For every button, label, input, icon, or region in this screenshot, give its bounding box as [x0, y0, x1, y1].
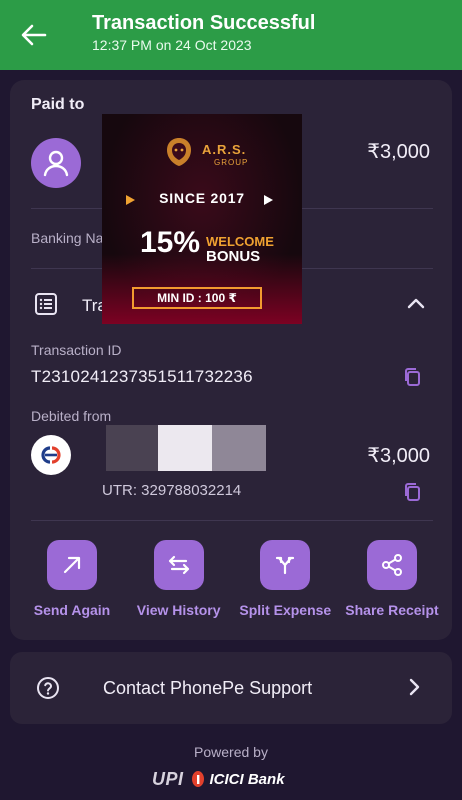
- copy-icon[interactable]: [403, 367, 421, 387]
- split-expense-label: Split Expense: [239, 602, 332, 618]
- send-again-label: Send Again: [33, 602, 111, 618]
- user-icon: [43, 150, 69, 177]
- receipt-list-icon: [35, 293, 57, 315]
- split-icon: [276, 556, 295, 575]
- footer-brand-logos: UPI ICICI Bank: [152, 768, 285, 790]
- split-expense-button[interactable]: Split Expense: [235, 540, 335, 630]
- send-again-icon-button[interactable]: [47, 540, 97, 590]
- divider: [31, 520, 433, 521]
- help-circle-icon: [37, 676, 59, 700]
- back-button[interactable]: [18, 20, 50, 50]
- page-title: Transaction Successful: [92, 12, 316, 34]
- ad-bonus-text: BONUS: [206, 248, 261, 265]
- icici-logo-icon: [191, 771, 204, 787]
- split-expense-icon-button[interactable]: [260, 540, 311, 590]
- send-again-button[interactable]: Send Again: [22, 540, 122, 630]
- app-header: Transaction Successful 12:37 PM on 24 Oc…: [0, 0, 462, 70]
- chevron-right-icon: [264, 195, 273, 205]
- banking-name-label: Banking Na: [31, 230, 104, 246]
- ad-brand-group: GROUP: [214, 158, 249, 167]
- payee-avatar: [31, 138, 81, 188]
- view-history-label: View History: [136, 602, 221, 618]
- transaction-id-label: Transaction ID: [31, 342, 122, 358]
- ad-brand-name: A.R.S.: [202, 142, 247, 157]
- view-history-icon-button[interactable]: [153, 540, 204, 590]
- transaction-timestamp: 12:37 PM on 24 Oct 2023: [92, 37, 252, 53]
- lion-logo-icon: [167, 138, 191, 166]
- contact-support-label: Contact PhonePe Support: [103, 678, 313, 698]
- bank-logo: [31, 435, 71, 475]
- ad-since-text: SINCE 2017: [159, 190, 245, 206]
- copy-icon[interactable]: [403, 482, 421, 502]
- share-receipt-label: Share Receipt: [345, 602, 439, 618]
- share-receipt-icon-button[interactable]: [366, 540, 417, 590]
- icici-bank-text: ICICI Bank: [209, 770, 285, 788]
- powered-by-label: Powered by: [194, 744, 268, 760]
- upi-logo: UPI: [152, 768, 184, 789]
- utr-number: UTR: 329788032214: [102, 482, 242, 499]
- swap-arrows-icon: [168, 555, 189, 575]
- ad-welcome-text: WELCOME: [206, 234, 274, 249]
- paid-to-label: Paid to: [31, 96, 85, 113]
- transaction-id-value: T2310241237351511732236: [31, 367, 253, 386]
- icici-bank-icon: [41, 446, 61, 464]
- chevron-right-icon: [409, 678, 420, 696]
- arrow-up-right-icon: [63, 556, 81, 574]
- ad-min-id-badge: MIN ID : 100 ₹: [132, 287, 262, 309]
- share-icon: [381, 554, 402, 576]
- view-history-button[interactable]: View History: [129, 540, 229, 630]
- paid-amount: ₹3,000: [367, 141, 430, 163]
- ad-bonus-percent: 15%: [140, 226, 201, 259]
- arrow-left-icon: [21, 24, 47, 46]
- chevron-up-icon[interactable]: [406, 294, 426, 314]
- debited-amount: ₹3,000: [367, 445, 430, 467]
- share-receipt-button[interactable]: Share Receipt: [342, 540, 442, 630]
- debited-from-label: Debited from: [31, 408, 112, 424]
- promo-ad-overlay[interactable]: A.R.S. GROUP SINCE 2017 15% WELCOME BONU…: [102, 114, 302, 324]
- masked-account-number: [106, 425, 266, 471]
- action-bar: Send Again View History Split Expense Sh…: [22, 540, 442, 630]
- contact-support-row[interactable]: Contact PhonePe Support: [10, 652, 452, 724]
